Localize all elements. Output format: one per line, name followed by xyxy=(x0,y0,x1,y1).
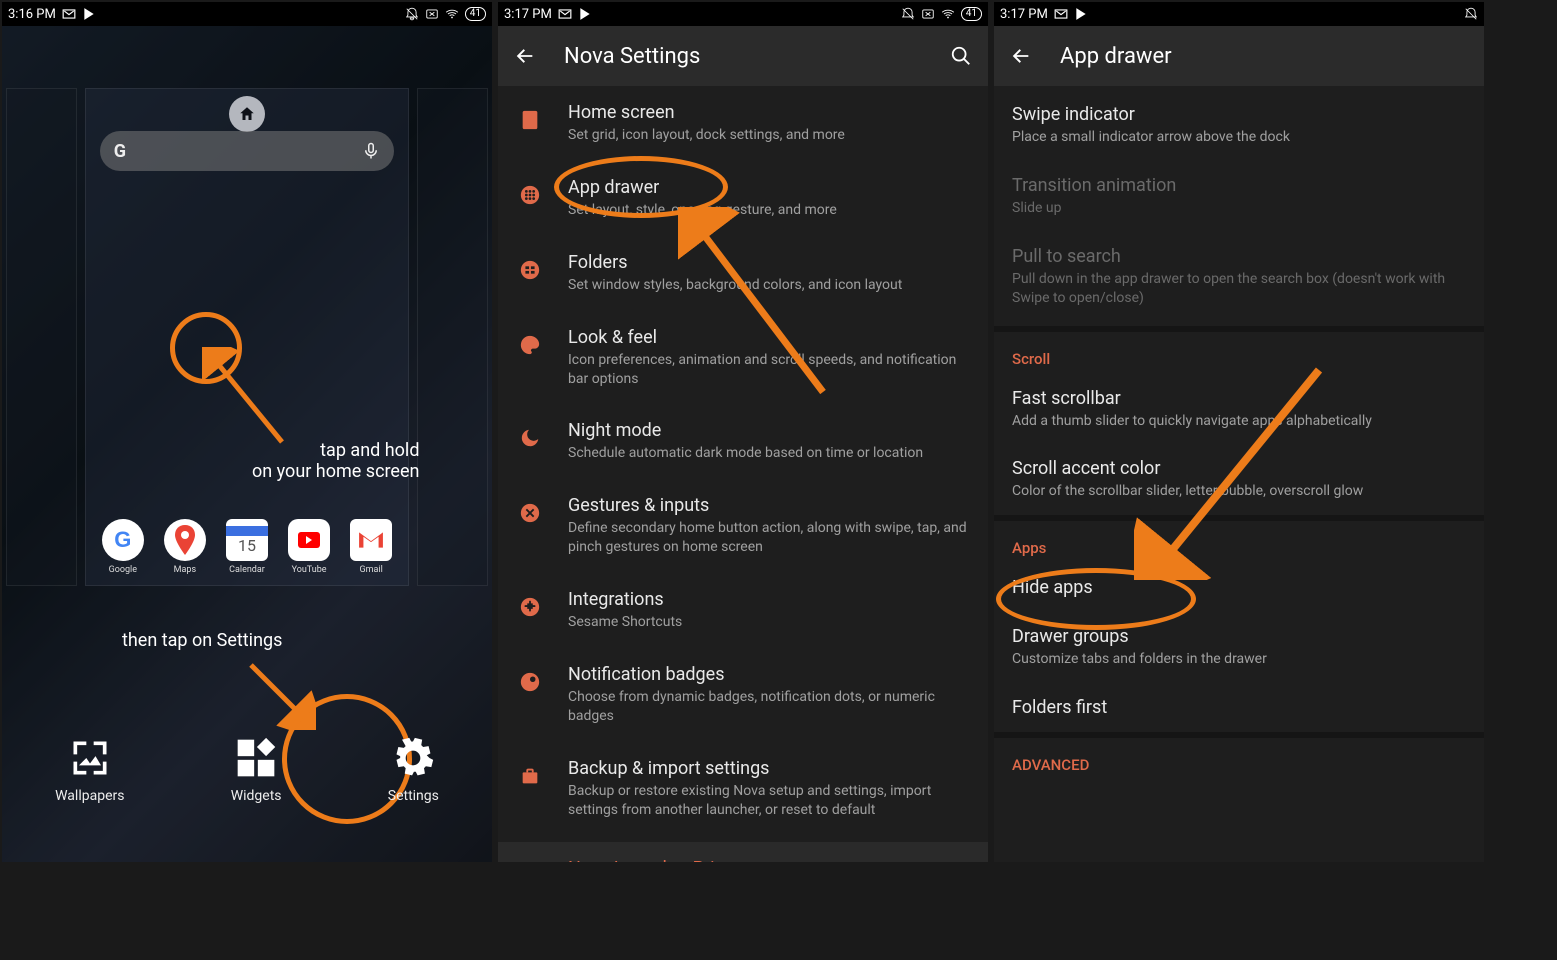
wifi-icon xyxy=(445,7,459,21)
preview-panel-right[interactable] xyxy=(417,88,488,586)
wifi-icon xyxy=(941,7,955,21)
item-pull-to-search: Pull to searchPull down in the app drawe… xyxy=(994,232,1484,322)
status-time: 3:17 PM xyxy=(1000,7,1048,22)
google-search-bar[interactable]: G xyxy=(100,131,394,171)
screenshot-2-nova-settings: 3:17 PM 41 Nova Settings Home screenSet … xyxy=(498,2,988,862)
annotation-text-1: tap and hold on your home screen xyxy=(252,440,419,482)
dnd-icon xyxy=(901,7,915,21)
back-icon[interactable] xyxy=(514,45,536,67)
editor-settings[interactable]: Settings xyxy=(388,736,439,804)
app-google[interactable]: G Google xyxy=(98,519,148,575)
page-title: App drawer xyxy=(1060,44,1468,69)
status-time: 3:17 PM xyxy=(504,7,552,22)
mail-icon xyxy=(558,7,572,21)
item-transition-animation: Transition animationSlide up xyxy=(994,161,1484,232)
badge-icon xyxy=(519,671,541,693)
page-title: Nova Settings xyxy=(564,44,922,69)
battery-level: 41 xyxy=(465,7,486,21)
section-top: Swipe indicatorPlace a small indicator a… xyxy=(994,86,1484,326)
widgets-icon xyxy=(234,736,278,780)
annotation-arrow-1 xyxy=(202,347,292,447)
row-backup[interactable]: Backup & import settingsBackup or restor… xyxy=(498,742,988,836)
app-bar: Nova Settings xyxy=(498,26,988,86)
gmail-icon xyxy=(350,519,392,561)
editor-wallpapers[interactable]: Wallpapers xyxy=(55,736,124,804)
home-editor-bar: Wallpapers Widgets Settings xyxy=(2,702,492,862)
play-store-icon xyxy=(82,7,96,21)
status-bar: 3:16 PM 41 xyxy=(2,2,492,26)
preview-panel-main[interactable]: G G Google Maps 15 xyxy=(85,88,409,586)
screenshot-1-home-editor: 3:16 PM 41 G G Google xyxy=(2,2,492,862)
gesture-icon xyxy=(519,502,541,524)
category-advanced[interactable]: ADVANCED xyxy=(994,738,1484,780)
row-home-screen[interactable]: Home screenSet grid, icon layout, dock s… xyxy=(498,86,988,161)
mail-icon xyxy=(1054,7,1068,21)
row-gestures[interactable]: Gestures & inputsDefine secondary home b… xyxy=(498,479,988,573)
row-prime[interactable]: Nova Launcher Prime6.2.12 Tap to see the… xyxy=(498,842,988,862)
item-folders-first[interactable]: Folders first xyxy=(994,683,1484,732)
preview-panel-left[interactable] xyxy=(6,88,77,586)
play-store-icon xyxy=(1074,7,1088,21)
google-g-icon: G xyxy=(114,141,126,162)
screenshot-3-app-drawer-settings: 3:17 PM App drawer Swipe indicatorPlace … xyxy=(994,2,1484,862)
x-box-icon xyxy=(425,7,439,21)
home-screen-preview-strip: G G Google Maps 15 xyxy=(2,88,492,586)
calendar-icon: 15 xyxy=(226,519,268,561)
row-night-mode[interactable]: Night modeSchedule automatic dark mode b… xyxy=(498,404,988,479)
app-youtube[interactable]: YouTube xyxy=(284,519,334,575)
annotation-text-2: then tap on Settings xyxy=(122,630,282,651)
status-bar: 3:17 PM xyxy=(994,2,1484,26)
dnd-icon xyxy=(1464,7,1478,21)
briefcase-icon xyxy=(519,765,541,787)
status-time: 3:16 PM xyxy=(8,7,56,22)
folder-icon xyxy=(519,259,541,281)
item-swipe-indicator[interactable]: Swipe indicatorPlace a small indicator a… xyxy=(994,90,1484,161)
settings-gear-icon xyxy=(391,736,435,780)
maps-icon xyxy=(164,519,206,561)
status-bar: 3:17 PM 41 xyxy=(498,2,988,26)
search-icon[interactable] xyxy=(950,45,972,67)
app-row: G Google Maps 15 Calendar xyxy=(86,519,408,575)
google-icon: G xyxy=(102,519,144,561)
app-drawer-icon xyxy=(519,184,541,206)
youtube-icon xyxy=(288,519,330,561)
play-store-icon xyxy=(578,7,592,21)
wallpapers-icon xyxy=(68,736,112,780)
back-icon[interactable] xyxy=(1010,45,1032,67)
app-bar: App drawer xyxy=(994,26,1484,86)
app-maps[interactable]: Maps xyxy=(160,519,210,575)
annotation-arrow-3 xyxy=(678,207,838,407)
battery-level: 41 xyxy=(961,7,982,21)
moon-icon xyxy=(519,427,541,449)
mail-icon xyxy=(62,7,76,21)
app-gmail[interactable]: Gmail xyxy=(346,519,396,575)
mic-icon[interactable] xyxy=(362,142,380,160)
tablet-icon xyxy=(519,109,541,131)
row-integrations[interactable]: IntegrationsSesame Shortcuts xyxy=(498,573,988,648)
editor-widgets[interactable]: Widgets xyxy=(231,736,282,804)
row-notification-badges[interactable]: Notification badgesChoose from dynamic b… xyxy=(498,648,988,742)
annotation-arrow-4 xyxy=(1134,360,1334,580)
puzzle-icon xyxy=(519,596,541,618)
x-box-icon xyxy=(921,7,935,21)
app-calendar[interactable]: 15 Calendar xyxy=(222,519,272,575)
dnd-icon xyxy=(405,7,419,21)
palette-icon xyxy=(519,334,541,356)
